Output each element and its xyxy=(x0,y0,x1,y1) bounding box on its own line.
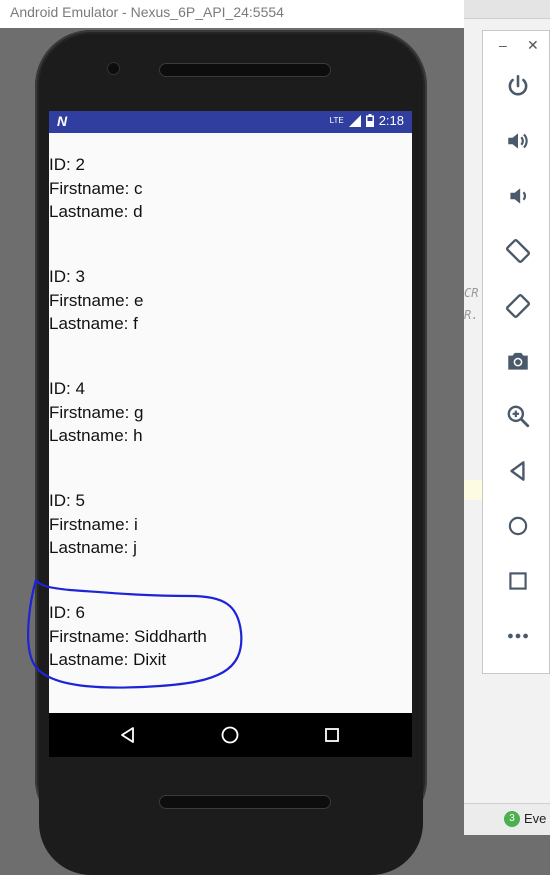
minimize-button[interactable]: – xyxy=(499,37,507,53)
record-id: ID: 2 xyxy=(49,155,85,174)
nav-overview-icon[interactable] xyxy=(321,724,343,746)
event-log-label[interactable]: Eve xyxy=(524,811,546,826)
android-status-bar: N LTE 2:18 xyxy=(49,111,412,133)
ide-code-line: R. xyxy=(464,308,479,322)
event-log-badge[interactable]: 3 xyxy=(504,811,520,827)
record-lastname: Lastname: f xyxy=(49,314,138,333)
ide-line-highlight xyxy=(464,480,482,500)
record-firstname: Firstname: i xyxy=(49,514,138,534)
list-item: ID: 6 Firstname: Siddharth Lastname: Dix… xyxy=(49,601,207,672)
record-lastname: Lastname: d xyxy=(49,202,143,221)
record-firstname: Firstname: g xyxy=(49,402,144,422)
window-title: Android Emulator - Nexus_6P_API_24:5554 xyxy=(10,4,284,20)
list-item: ID: 3 Firstname: e Lastname: f xyxy=(49,265,143,336)
nav-back-icon[interactable] xyxy=(117,724,139,746)
ide-status-bar: 3 Eve xyxy=(464,803,550,835)
list-item: ID: 5 Firstname: i Lastname: j xyxy=(49,489,138,560)
battery-icon xyxy=(365,114,374,127)
back-icon[interactable] xyxy=(505,458,531,484)
top-speaker-grille xyxy=(160,64,330,76)
bottom-speaker-grille xyxy=(160,796,330,808)
camera-icon[interactable] xyxy=(505,348,531,374)
volume-up-icon[interactable] xyxy=(505,128,531,154)
record-id: ID: 5 xyxy=(49,491,85,510)
record-id: ID: 4 xyxy=(49,379,85,398)
emulator-title-bar: Android Emulator - Nexus_6P_API_24:5554 xyxy=(0,0,464,28)
notification-n-icon: N xyxy=(57,113,68,129)
overview-icon[interactable] xyxy=(505,568,531,594)
volume-down-icon[interactable] xyxy=(505,183,531,209)
record-firstname: Firstname: e xyxy=(49,290,144,310)
record-firstname: Firstname: Siddharth xyxy=(49,626,207,646)
records-list[interactable]: ID: 2 Firstname: c Lastname: d ID: 3 Fir… xyxy=(49,133,412,713)
record-lastname: Lastname: h xyxy=(49,426,143,445)
record-lastname: Lastname: j xyxy=(49,538,137,557)
ide-code-line: CR xyxy=(464,286,479,300)
list-item: ID: 2 Firstname: c Lastname: d xyxy=(49,153,143,224)
record-firstname: Firstname: c xyxy=(49,178,143,198)
front-camera-icon xyxy=(108,63,119,74)
android-navigation-bar xyxy=(49,713,412,757)
network-type: LTE xyxy=(329,116,344,125)
power-icon[interactable] xyxy=(505,73,531,99)
record-id: ID: 3 xyxy=(49,267,85,286)
emulator-controls-panel: – ✕ xyxy=(482,30,550,674)
clock: 2:18 xyxy=(378,113,404,128)
more-icon[interactable] xyxy=(505,623,531,649)
record-lastname: Lastname: Dixit xyxy=(49,650,167,669)
rotate-left-icon[interactable] xyxy=(505,238,531,264)
home-icon[interactable] xyxy=(505,513,531,539)
close-button[interactable]: ✕ xyxy=(527,37,539,54)
record-id: ID: 6 xyxy=(49,603,85,622)
zoom-icon[interactable] xyxy=(505,403,531,429)
list-item: ID: 4 Firstname: g Lastname: h xyxy=(49,377,143,448)
ide-toolbar xyxy=(464,0,550,19)
signal-icon xyxy=(348,114,361,127)
nav-home-icon[interactable] xyxy=(219,724,241,746)
rotate-right-icon[interactable] xyxy=(505,293,531,319)
